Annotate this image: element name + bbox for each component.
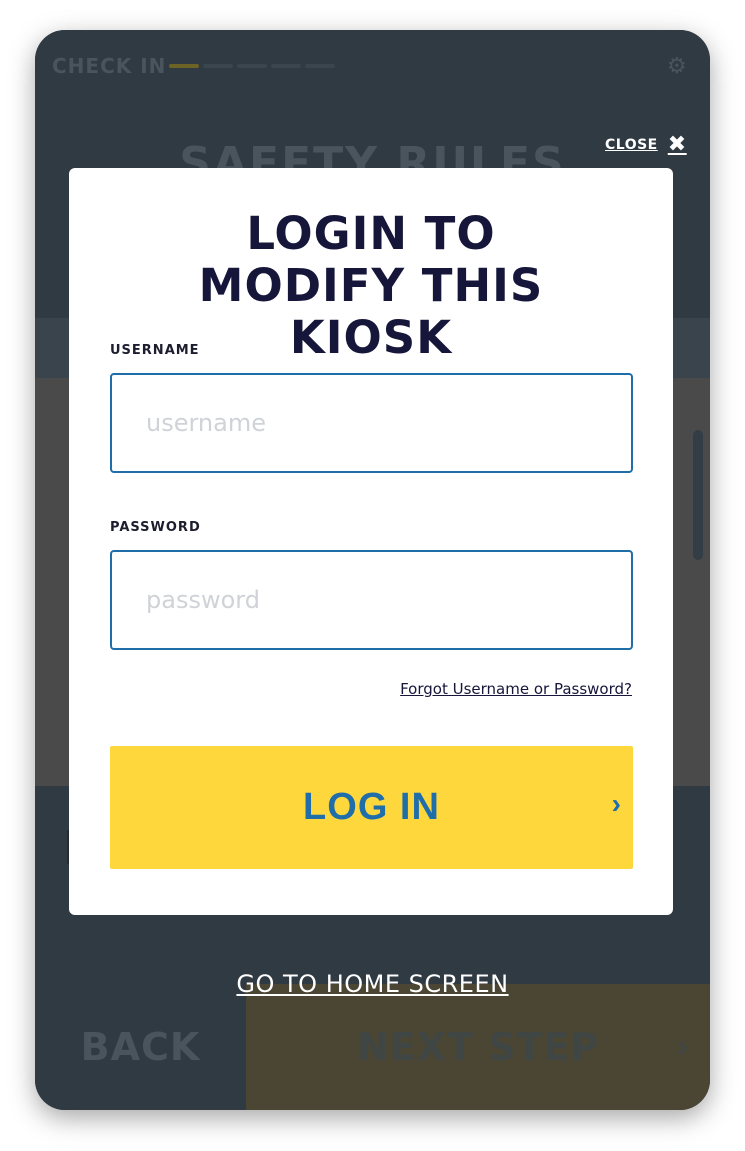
close-label: CLOSE bbox=[605, 137, 658, 153]
username-label: USERNAME bbox=[110, 343, 200, 358]
chevron-right-icon: › bbox=[611, 788, 621, 819]
close-icon[interactable]: ✖ bbox=[668, 134, 687, 156]
progress-indicator bbox=[169, 64, 335, 68]
progress-step-3 bbox=[237, 64, 267, 68]
password-input[interactable] bbox=[110, 550, 633, 650]
forgot-credentials-link[interactable]: Forgot Username or Password? bbox=[400, 680, 632, 698]
scrollbar bbox=[693, 430, 703, 560]
progress-step-1 bbox=[169, 64, 199, 68]
modal-title: LOGIN TO MODIFY THIS KIOSK bbox=[69, 208, 673, 364]
close-button[interactable]: CLOSE ✖ bbox=[605, 134, 687, 156]
back-button: BACK bbox=[35, 984, 246, 1110]
background-footer: BACK NEXT STEP › bbox=[35, 984, 710, 1110]
password-label: PASSWORD bbox=[110, 520, 201, 535]
go-to-home-screen-link[interactable]: GO TO HOME SCREEN bbox=[35, 970, 710, 998]
username-input[interactable] bbox=[110, 373, 633, 473]
progress-step-4 bbox=[271, 64, 301, 68]
chevron-right-icon: › bbox=[676, 1030, 690, 1065]
login-button[interactable]: LOG IN › bbox=[110, 746, 633, 869]
login-modal: LOGIN TO MODIFY THIS KIOSK USERNAME PASS… bbox=[69, 168, 673, 915]
gear-icon: ⚙ bbox=[667, 54, 687, 79]
progress-step-5 bbox=[305, 64, 335, 68]
next-step-label: NEXT STEP bbox=[356, 1025, 600, 1069]
login-button-label: LOG IN bbox=[303, 786, 440, 828]
check-in-label: CHECK IN bbox=[52, 54, 167, 78]
next-step-button: NEXT STEP › bbox=[246, 984, 710, 1110]
progress-step-2 bbox=[203, 64, 233, 68]
modal-title-text: LOGIN TO MODIFY THIS KIOSK bbox=[198, 207, 544, 364]
kiosk-screen: CHECK IN ⚙ SAFETY RULES BACK NEXT STEP ›… bbox=[35, 30, 710, 1110]
